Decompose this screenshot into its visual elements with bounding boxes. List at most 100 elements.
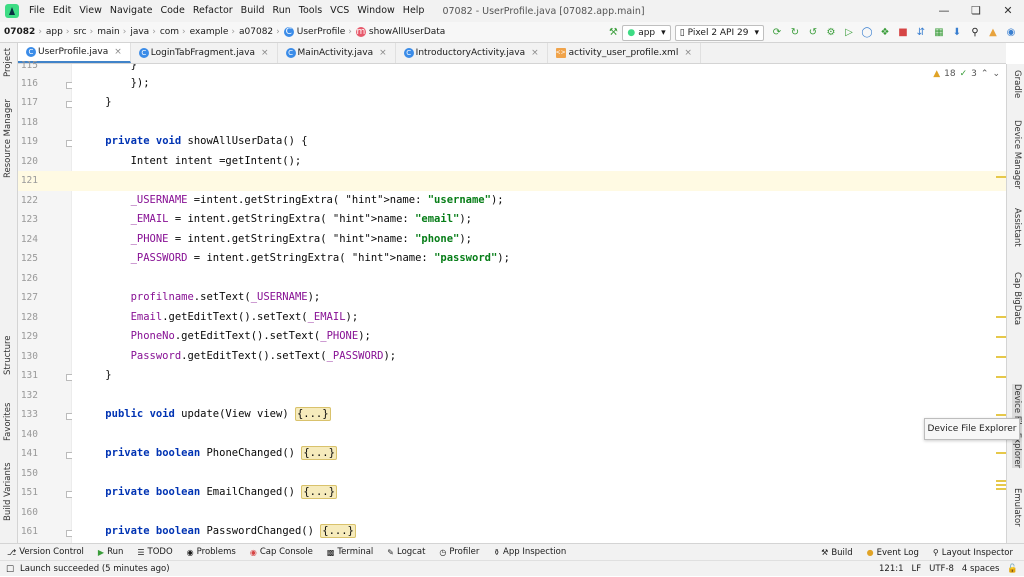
build-variants-tool-button[interactable]: Build Variants bbox=[3, 462, 13, 521]
breadcrumb-class[interactable]: UserProfile bbox=[297, 27, 346, 37]
breadcrumb-main[interactable]: main bbox=[97, 27, 120, 37]
code-line[interactable]: _PASSWORD = intent.getStringExtra( "hint… bbox=[80, 252, 510, 264]
emulator-tool-button[interactable]: Emulator bbox=[1012, 488, 1022, 527]
breadcrumb-com[interactable]: com bbox=[160, 27, 179, 37]
attach-debugger-icon[interactable]: ❖ bbox=[878, 26, 892, 40]
code-line[interactable]: _EMAIL = intent.getStringExtra( "hint">n… bbox=[80, 213, 472, 225]
sync-gradle-icon[interactable]: ⇵ bbox=[914, 26, 928, 40]
resource-manager-tool-button[interactable]: Resource Manager bbox=[3, 99, 13, 178]
breadcrumb-src[interactable]: src bbox=[73, 27, 86, 37]
hammer-icon[interactable]: ⚒ bbox=[606, 26, 620, 40]
close-tab-icon[interactable]: × bbox=[379, 48, 387, 58]
update-icon[interactable]: ▲ bbox=[986, 26, 1000, 40]
todo-tool-button[interactable]: ☰ TODO bbox=[130, 547, 179, 557]
menu-code[interactable]: Code bbox=[156, 0, 188, 22]
menu-build[interactable]: Build bbox=[237, 0, 269, 22]
structure-tool-button[interactable]: Structure bbox=[3, 335, 13, 375]
menu-view[interactable]: View bbox=[75, 0, 106, 22]
menu-run[interactable]: Run bbox=[269, 0, 295, 22]
menu-navigate[interactable]: Navigate bbox=[106, 0, 157, 22]
logcat-tool-button[interactable]: ✎ Logcat bbox=[380, 547, 432, 557]
problems-tool-button[interactable]: ◉ Problems bbox=[180, 547, 243, 557]
sdk-manager-icon[interactable]: ⬇ bbox=[950, 26, 964, 40]
error-stripe-mark[interactable] bbox=[996, 176, 1006, 178]
favorites-tool-button[interactable]: Favorites bbox=[3, 403, 13, 441]
code-line[interactable]: } bbox=[80, 96, 111, 108]
terminal-tool-button[interactable]: ▩ Terminal bbox=[320, 547, 380, 557]
code-line[interactable]: public void update(View view) {...} bbox=[80, 407, 331, 421]
code-line[interactable]: Email.getEditText().setText(_EMAIL); bbox=[80, 311, 359, 323]
file-encoding[interactable]: UTF-8 bbox=[929, 564, 954, 574]
lock-icon[interactable]: 🔓 bbox=[1007, 564, 1018, 574]
stop-icon[interactable]: ■ bbox=[896, 26, 910, 40]
code-line[interactable]: Intent intent =getIntent(); bbox=[80, 155, 302, 167]
error-stripe-mark[interactable] bbox=[996, 336, 1006, 338]
close-tab-icon[interactable]: × bbox=[261, 48, 269, 58]
avd-manager-icon[interactable]: ▦ bbox=[932, 26, 946, 40]
menu-window[interactable]: Window bbox=[353, 0, 398, 22]
run-tool-button[interactable]: ▶ Run bbox=[91, 547, 130, 557]
menu-tools[interactable]: Tools bbox=[295, 0, 326, 22]
account-icon[interactable]: ◉ bbox=[1004, 26, 1018, 40]
editor-gutter[interactable]: 115 116 117 118 119 120 121 122 123 124 … bbox=[18, 60, 73, 543]
device-manager-tool-button[interactable]: Device Manager bbox=[1012, 120, 1022, 189]
breadcrumb-example[interactable]: example bbox=[190, 27, 229, 37]
code-line[interactable]: private void showAllUserData() { bbox=[80, 135, 307, 147]
run-config-select[interactable]: ● app ▾ bbox=[622, 24, 671, 41]
error-stripe-mark[interactable] bbox=[996, 452, 1006, 454]
tab-introductoryactivity[interactable]: C IntroductoryActivity.java × bbox=[396, 43, 548, 63]
close-icon[interactable]: ✕ bbox=[992, 0, 1024, 22]
gradle-tool-button[interactable]: Gradle bbox=[1012, 70, 1022, 98]
close-tab-icon[interactable]: × bbox=[684, 48, 692, 58]
project-tool-button[interactable]: Project bbox=[3, 48, 13, 77]
inspection-widget[interactable]: ▲ 18 ✓ 3 ⌃ ⌄ bbox=[929, 69, 1000, 79]
version-control-tool-button[interactable]: ⎇ Version Control bbox=[0, 547, 91, 557]
coverage-icon[interactable]: ▷ bbox=[842, 26, 856, 40]
menu-vcs[interactable]: VCS bbox=[326, 0, 353, 22]
code-line[interactable]: Password.getEditText().setText(_PASSWORD… bbox=[80, 350, 397, 362]
caret-position[interactable]: 121:1 bbox=[879, 564, 904, 574]
close-tab-icon[interactable]: × bbox=[114, 47, 122, 57]
code-line[interactable]: } bbox=[80, 64, 137, 71]
error-stripe-mark[interactable] bbox=[996, 484, 1006, 486]
maximize-icon[interactable]: ❏ bbox=[960, 0, 992, 22]
menu-edit[interactable]: Edit bbox=[49, 0, 75, 22]
code-line[interactable]: profilname.setText(_USERNAME); bbox=[80, 291, 321, 303]
build-tool-button[interactable]: ⚒ Build bbox=[814, 548, 860, 558]
menu-refactor[interactable]: Refactor bbox=[189, 0, 237, 22]
profile-icon[interactable]: ◯ bbox=[860, 26, 874, 40]
error-stripe-mark[interactable] bbox=[996, 488, 1006, 490]
close-tab-icon[interactable]: × bbox=[531, 48, 539, 58]
breadcrumb-java[interactable]: java bbox=[130, 27, 149, 37]
status-message[interactable]: Launch succeeded (5 minutes ago) bbox=[20, 564, 169, 574]
layout-toggle-icon[interactable]: □ bbox=[6, 564, 14, 574]
code-line[interactable]: private boolean EmailChanged() {...} bbox=[80, 485, 337, 499]
menu-help[interactable]: Help bbox=[399, 0, 429, 22]
error-stripe-mark[interactable] bbox=[996, 376, 1006, 378]
error-stripe-mark[interactable] bbox=[996, 316, 1006, 318]
cap-console-tool-button[interactable]: ◉ Cap Console bbox=[243, 547, 320, 557]
apply-code-changes-icon[interactable]: ↺ bbox=[806, 26, 820, 40]
tab-logintabfragment[interactable]: C LoginTabFragment.java × bbox=[131, 43, 278, 63]
event-log-tool-button[interactable]: ● Event Log bbox=[860, 548, 926, 558]
code-line[interactable]: private boolean PhoneChanged() {...} bbox=[80, 446, 337, 460]
chevron-up-icon[interactable]: ⌃ bbox=[981, 69, 989, 79]
code-line[interactable]: _USERNAME =intent.getStringExtra( "hint"… bbox=[80, 194, 504, 206]
line-separator[interactable]: LF bbox=[912, 564, 922, 574]
code-line[interactable]: _PHONE = intent.getStringExtra( "hint">n… bbox=[80, 233, 472, 245]
layout-inspector-tool-button[interactable]: ⚲ Layout Inspector bbox=[926, 548, 1020, 558]
breadcrumb-app[interactable]: app bbox=[46, 27, 63, 37]
code-editor[interactable]: } }); } private void showAllUserData() {… bbox=[72, 64, 1006, 543]
breadcrumb-project[interactable]: 07082 bbox=[4, 27, 35, 37]
error-stripe-mark[interactable] bbox=[996, 480, 1006, 482]
app-inspection-tool-button[interactable]: ⚱ App Inspection bbox=[486, 547, 573, 557]
tab-activity-user-profile-xml[interactable]: <> activity_user_profile.xml × bbox=[548, 43, 701, 63]
code-line[interactable]: } bbox=[80, 369, 111, 381]
error-stripe-mark[interactable] bbox=[996, 356, 1006, 358]
apply-changes-icon[interactable]: ↻ bbox=[788, 26, 802, 40]
indent-setting[interactable]: 4 spaces bbox=[962, 564, 999, 574]
menu-file[interactable]: File bbox=[25, 0, 49, 22]
code-line[interactable]: private boolean PasswordChanged() {...} bbox=[80, 524, 356, 538]
debug-icon[interactable]: ⚙ bbox=[824, 26, 838, 40]
code-line[interactable]: }); bbox=[80, 77, 150, 89]
